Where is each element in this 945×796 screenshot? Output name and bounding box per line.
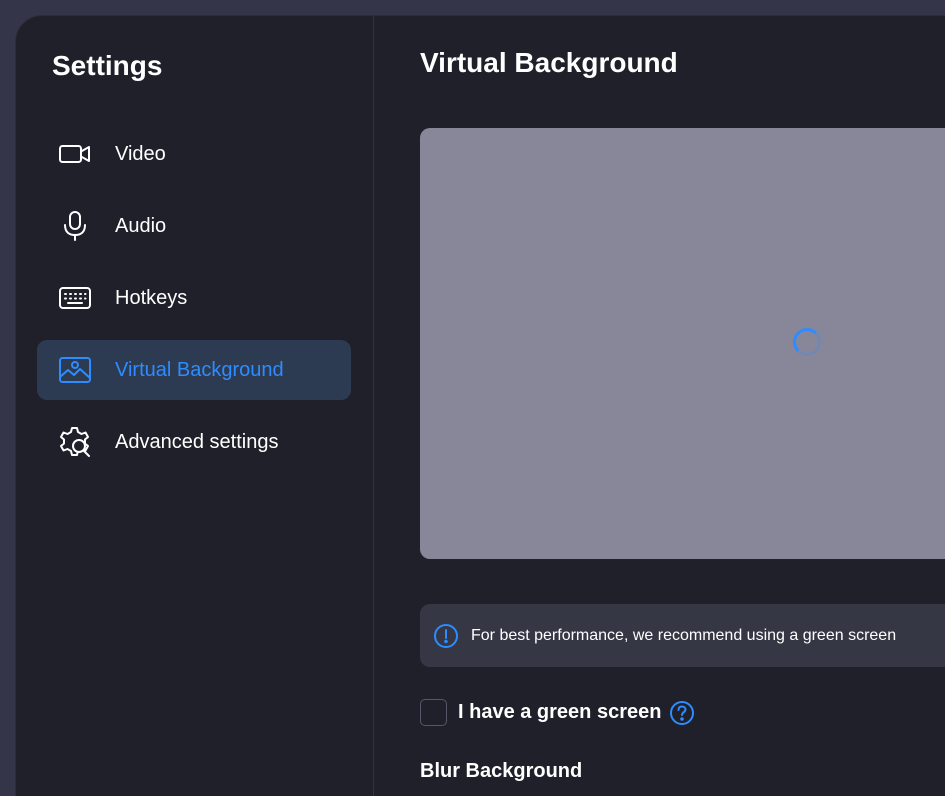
settings-window: Settings Video Audio Hotkeys Virtual Bac… [16, 16, 945, 796]
info-icon [434, 623, 458, 648]
loading-spinner-icon [793, 328, 821, 356]
sidebar-item-advanced-settings[interactable]: Advanced settings [37, 412, 351, 472]
blur-background-heading: Blur Background [420, 760, 583, 782]
sidebar-item-hotkeys[interactable]: Hotkeys [37, 268, 351, 328]
green-screen-label[interactable]: I have a green screen [458, 701, 661, 724]
sidebar-item-virtual-background[interactable]: Virtual Background [37, 340, 351, 400]
sidebar-title: Settings [52, 50, 163, 81]
gear-search-icon [57, 424, 93, 460]
sidebar-item-label: Advanced settings [115, 430, 279, 453]
performance-notice: For best performance, we recommend using… [420, 604, 945, 667]
video-camera-icon [57, 136, 93, 172]
sidebar-item-label: Hotkeys [115, 286, 188, 309]
question-icon[interactable] [669, 700, 695, 726]
settings-main: Virtual Background For best performance,… [420, 16, 945, 796]
sidebar-item-label: Virtual Background [115, 358, 284, 381]
microphone-icon [57, 208, 93, 244]
sidebar-item-label: Video [115, 142, 166, 165]
keyboard-icon [57, 280, 93, 316]
green-screen-row: I have a green screen [420, 699, 695, 726]
page-title: Virtual Background [420, 47, 678, 78]
green-screen-checkbox[interactable] [420, 699, 447, 726]
settings-nav: Video Audio Hotkeys Virtual Background A… [37, 124, 351, 484]
notice-text: For best performance, we recommend using… [471, 626, 897, 644]
sidebar-item-audio[interactable]: Audio [37, 196, 351, 256]
image-portrait-icon [57, 352, 93, 388]
background-preview [420, 128, 945, 559]
sidebar-item-video[interactable]: Video [37, 124, 351, 184]
settings-sidebar: Settings Video Audio Hotkeys Virtual Bac… [16, 16, 374, 796]
sidebar-item-label: Audio [115, 214, 167, 237]
